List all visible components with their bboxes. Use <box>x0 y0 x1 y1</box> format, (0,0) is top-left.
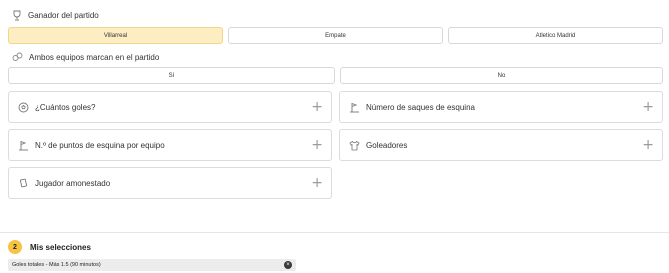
btts-option-label: No <box>497 72 506 79</box>
trophy-icon <box>12 10 22 21</box>
btts-title: Ambos equipos marcan en el partido <box>29 52 160 62</box>
market-card-booked-player[interactable]: Jugador amonestado + <box>8 167 332 199</box>
winner-section-title: Ganador del partido <box>12 10 99 21</box>
close-icon[interactable]: × <box>284 261 292 269</box>
winner-option-villarreal[interactable]: Villarreal <box>8 27 223 44</box>
link-icon <box>12 52 23 62</box>
market-card-corners[interactable]: Número de saques de esquina + <box>339 91 663 123</box>
winner-option-label: Atletico Madrid <box>535 32 576 39</box>
shirt-icon <box>348 139 360 151</box>
btts-option-no[interactable]: No <box>340 67 663 84</box>
plus-icon[interactable]: + <box>642 138 654 152</box>
btts-section-title: Ambos equipos marcan en el partido <box>12 52 159 62</box>
market-card-goals[interactable]: ¿Cuántos goles? + <box>8 91 332 123</box>
plus-icon[interactable]: + <box>311 138 323 152</box>
selection-count-badge: 2 <box>8 240 22 254</box>
selection-label: Goles totales - Más 1.5 (90 minutos) <box>12 262 101 268</box>
market-card-corners-by-team[interactable]: N.º de puntos de esquina por equipo + <box>8 129 332 161</box>
betslip-title: Mis selecciones <box>30 242 91 252</box>
market-label: Número de saques de esquina <box>366 102 475 112</box>
betslip-bar[interactable]: 2 Mis selecciones Goles totales - Más 1.… <box>0 232 669 273</box>
market-card-scorers[interactable]: Goleadores + <box>339 129 663 161</box>
winner-option-label: Empate <box>325 32 346 39</box>
market-label: Jugador amonestado <box>35 178 111 188</box>
plus-icon[interactable]: + <box>311 100 323 114</box>
card-icon <box>17 177 29 189</box>
winner-option-atletico[interactable]: Atletico Madrid <box>448 27 663 44</box>
btts-option-si[interactable]: Sí <box>8 67 335 84</box>
plus-icon[interactable]: + <box>311 176 323 190</box>
btts-option-label: Sí <box>168 72 175 79</box>
corner-flag-icon <box>348 101 360 113</box>
market-label: N.º de puntos de esquina por equipo <box>35 140 165 150</box>
winner-option-empate[interactable]: Empate <box>228 27 443 44</box>
winner-title: Ganador del partido <box>28 11 99 20</box>
plus-icon[interactable]: + <box>642 100 654 114</box>
soccer-ball-icon <box>17 101 29 113</box>
market-label: ¿Cuántos goles? <box>35 102 96 112</box>
betslip-header[interactable]: 2 Mis selecciones <box>8 240 91 254</box>
winner-option-label: Villarreal <box>103 32 128 39</box>
betslip-selection: Goles totales - Más 1.5 (90 minutos) × <box>8 259 296 271</box>
corner-flag-icon <box>17 139 29 151</box>
market-label: Goleadores <box>366 140 408 150</box>
